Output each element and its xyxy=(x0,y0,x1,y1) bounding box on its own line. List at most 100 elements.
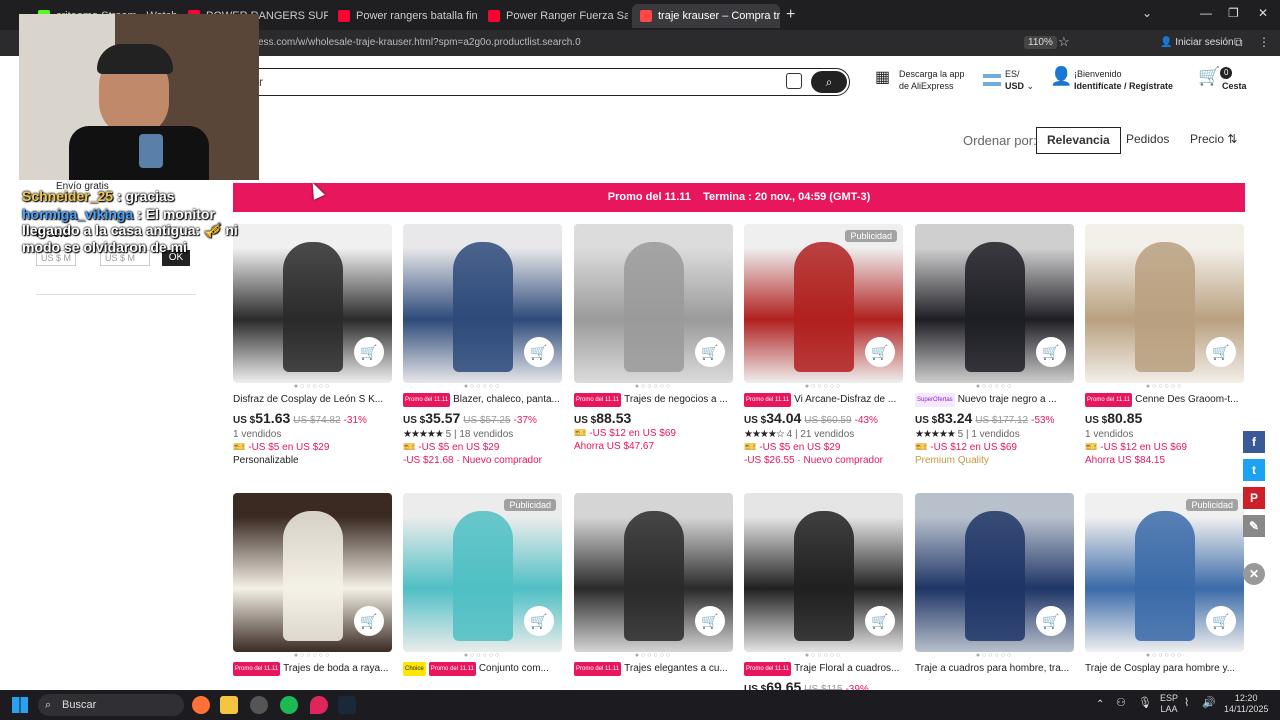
sort-orders[interactable]: Pedidos xyxy=(1116,127,1179,154)
add-to-cart-icon[interactable]: 🛒 xyxy=(1206,606,1236,636)
sort-relevance[interactable]: Relevancia xyxy=(1036,127,1121,154)
product-title[interactable]: Promo del 11.11 Traje Floral a cuadros... xyxy=(744,662,903,676)
image-pager-dots[interactable]: ●○○○○○ xyxy=(574,383,733,393)
tab-list-icon[interactable]: ⌄ xyxy=(1142,6,1152,20)
tab-4[interactable]: traje krauser – Compra traje kra✕ xyxy=(632,4,780,28)
wifi-icon[interactable]: ⌇ xyxy=(1184,698,1189,709)
account-menu[interactable]: 👤 ¡Bienvenido Identifícate / Regístrate xyxy=(1050,67,1173,92)
product-card[interactable]: Publicidad 🛒 ●○○○○○ Traje de Cosplay para h… xyxy=(1085,493,1244,676)
product-image[interactable]: Publicidad 🛒 xyxy=(744,224,903,383)
login-button[interactable]: 👤 Iniciar sesión xyxy=(1160,37,1234,48)
steam-icon[interactable] xyxy=(338,696,356,714)
product-image[interactable]: Publicidad 🛒 xyxy=(403,493,562,652)
search-bar[interactable]: r ⌕ xyxy=(240,68,850,96)
product-title[interactable]: Promo del 11.11 Vi Arcane-Disfraz de ... xyxy=(744,393,903,407)
product-title[interactable]: Choice Promo del 11.11 Conjunto com... xyxy=(403,662,562,676)
product-card[interactable]: 🛒 ●○○○○○ SuperOfertas Nuevo traje negro a .… xyxy=(915,224,1074,466)
image-pager-dots[interactable]: ●○○○○○ xyxy=(915,383,1074,393)
add-to-cart-icon[interactable]: 🛒 xyxy=(695,606,725,636)
network-icon[interactable]: ⚇ xyxy=(1116,698,1126,709)
product-image[interactable]: Publicidad 🛒 xyxy=(1085,493,1244,652)
product-card[interactable]: Publicidad 🛒 ●○○○○○ Choice Promo del 11.11 Co… xyxy=(403,493,562,676)
camera-search-icon[interactable] xyxy=(786,73,802,89)
add-to-cart-icon[interactable]: 🛒 xyxy=(354,337,384,367)
spotify-icon[interactable] xyxy=(280,696,298,714)
search-input[interactable]: r xyxy=(259,75,263,89)
product-title[interactable]: Promo del 11.11 Trajes de boda a raya... xyxy=(233,662,392,676)
language-indicator[interactable]: ESP LAA xyxy=(1160,693,1178,715)
product-title[interactable]: Promo del 11.11 Trajes de negocios a ... xyxy=(574,393,733,407)
image-pager-dots[interactable]: ●○○○○○ xyxy=(744,652,903,662)
product-image[interactable]: 🛒 xyxy=(915,493,1074,652)
product-card[interactable]: 🛒 ●○○○○○ Promo del 11.11 Cenne Des Graoom-t… xyxy=(1085,224,1244,466)
product-title[interactable]: Promo del 11.11 Trajes elegantes a cu... xyxy=(574,662,733,676)
add-to-cart-icon[interactable]: 🛒 xyxy=(865,606,895,636)
product-image[interactable]: 🛒 xyxy=(233,493,392,652)
product-card[interactable]: 🛒 ●○○○○○ Promo del 11.11 Trajes de negocios… xyxy=(574,224,733,452)
product-image[interactable]: 🛒 xyxy=(1085,224,1244,383)
tab-3[interactable]: Power Ranger Fuerza Salvaje | La✕ xyxy=(480,4,628,28)
taskbar-search[interactable]: ⌕ Buscar xyxy=(38,694,184,716)
image-pager-dots[interactable]: ●○○○○○ xyxy=(233,652,392,662)
product-card[interactable]: 🛒 ●○○○○○ Promo del 11.11 Trajes elegantes a… xyxy=(574,493,733,676)
image-pager-dots[interactable]: ●○○○○○ xyxy=(1085,652,1244,662)
product-image[interactable]: 🛒 xyxy=(915,224,1074,383)
maps-pin-icon[interactable] xyxy=(310,696,328,714)
twitter-share-icon[interactable]: t xyxy=(1243,459,1265,481)
close-window-icon[interactable]: ✕ xyxy=(1258,6,1268,20)
volume-icon[interactable]: 🔊 xyxy=(1202,698,1216,709)
product-image[interactable]: 🛒 xyxy=(744,493,903,652)
close-share-icon[interactable]: ✕ xyxy=(1243,563,1265,585)
bookmark-star-icon[interactable]: ☆ xyxy=(1058,34,1070,50)
firefox-icon[interactable] xyxy=(192,696,210,714)
download-app[interactable]: ▦ Descarga la app de AliExpress xyxy=(875,68,965,92)
product-image[interactable]: 🛒 xyxy=(233,224,392,383)
product-card[interactable]: 🛒 ●○○○○○ Promo del 11.11 Trajes de boda a r… xyxy=(233,493,392,676)
image-pager-dots[interactable]: ●○○○○○ xyxy=(403,652,562,662)
image-pager-dots[interactable]: ●○○○○○ xyxy=(233,383,392,393)
sort-price[interactable]: Precio ⇅ xyxy=(1180,127,1247,154)
product-card[interactable]: Publicidad 🛒 ●○○○○○ Promo del 11.11 Vi Arcan… xyxy=(744,224,903,466)
product-image[interactable]: 🛒 xyxy=(403,224,562,383)
product-title[interactable]: Promo del 11.11 Blazer, chaleco, panta... xyxy=(403,393,562,407)
new-tab-button[interactable]: + xyxy=(786,6,795,24)
add-to-cart-icon[interactable]: 🛒 xyxy=(865,337,895,367)
mic-icon[interactable]: 🎙 xyxy=(1138,698,1152,709)
edit-share-icon[interactable]: ✎ xyxy=(1243,515,1265,537)
add-to-cart-icon[interactable]: 🛒 xyxy=(524,606,554,636)
add-to-cart-icon[interactable]: 🛒 xyxy=(524,337,554,367)
image-pager-dots[interactable]: ●○○○○○ xyxy=(1085,383,1244,393)
tab-2[interactable]: Power rangers batalla final todo✕ xyxy=(330,4,478,28)
url-field[interactable]: ess.com/w/wholesale-traje-krauser.html?s… xyxy=(258,37,581,48)
image-pager-dots[interactable]: ●○○○○○ xyxy=(574,652,733,662)
menu-icon[interactable]: ⋮ xyxy=(1258,35,1270,49)
product-title[interactable]: SuperOfertas Nuevo traje negro a ... xyxy=(915,393,1074,407)
file-explorer-icon[interactable] xyxy=(220,696,238,714)
product-card[interactable]: 🛒 ●○○○○○ Promo del 11.11 Traje Floral a cua… xyxy=(744,493,903,695)
obs-icon[interactable] xyxy=(250,696,268,714)
add-to-cart-icon[interactable]: 🛒 xyxy=(1206,337,1236,367)
product-title[interactable]: Promo del 11.11 Cenne Des Graoom-t... xyxy=(1085,393,1244,407)
add-to-cart-icon[interactable]: 🛒 xyxy=(1036,606,1066,636)
image-pager-dots[interactable]: ●○○○○○ xyxy=(403,383,562,393)
search-button[interactable]: ⌕ xyxy=(811,71,847,93)
product-card[interactable]: 🛒 ●○○○○○ Promo del 11.11 Blazer, chaleco, p… xyxy=(403,224,562,466)
add-to-cart-icon[interactable]: 🛒 xyxy=(1036,337,1066,367)
clock[interactable]: 12:20 14/11/2025 xyxy=(1224,693,1268,715)
pinterest-share-icon[interactable]: P xyxy=(1243,487,1265,509)
image-pager-dots[interactable]: ●○○○○○ xyxy=(744,383,903,393)
tray-chevron-icon[interactable]: ⌃ xyxy=(1096,699,1104,710)
image-pager-dots[interactable]: ●○○○○○ xyxy=(915,652,1074,662)
product-card[interactable]: 🛒 ●○○○○○ Traje a cuadros para hombre, tra.… xyxy=(915,493,1074,676)
language-currency[interactable]: ES/USD ⌄ xyxy=(983,68,1034,92)
product-card[interactable]: 🛒 ●○○○○○ Disfraz de Cosplay de León S K...… xyxy=(233,224,392,466)
product-title[interactable]: Disfraz de Cosplay de León S K... xyxy=(233,393,392,407)
add-to-cart-icon[interactable]: 🛒 xyxy=(695,337,725,367)
zoom-indicator[interactable]: 110% xyxy=(1024,36,1057,49)
product-title[interactable]: Traje a cuadros para hombre, tra... xyxy=(915,662,1074,676)
minimize-icon[interactable]: — xyxy=(1200,6,1212,20)
promo-banner[interactable]: Promo del 11.11 Termina : 20 nov., 04:59… xyxy=(233,183,1245,212)
product-image[interactable]: 🛒 xyxy=(574,224,733,383)
restore-icon[interactable]: ❐ xyxy=(1228,6,1239,20)
add-to-cart-icon[interactable]: 🛒 xyxy=(354,606,384,636)
